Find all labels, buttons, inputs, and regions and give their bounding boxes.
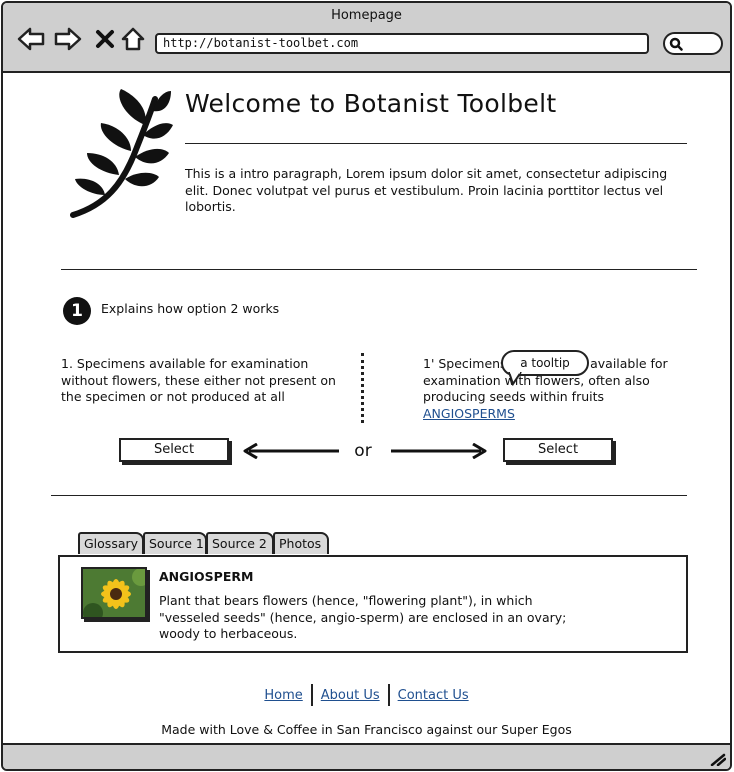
- select-left-button[interactable]: Select: [119, 438, 229, 462]
- flower-thumbnail: [81, 567, 147, 619]
- right-arrow-icon: [391, 443, 487, 459]
- leaf-branch-icon: [65, 87, 175, 225]
- intro-paragraph: This is a intro paragraph, Lorem ipsum d…: [185, 166, 668, 214]
- footer-link-contact[interactable]: Contact Us: [390, 688, 477, 703]
- search-icon: [669, 37, 683, 51]
- step-number-badge: 1: [63, 297, 91, 325]
- address-bar[interactable]: http://botanist-toolbet.com: [155, 33, 649, 54]
- tooltip-tail: [508, 372, 522, 386]
- option-left-text: 1. Specimens available for examination w…: [61, 356, 336, 404]
- browser-window: Homepage http://botanist-toolbet.com Wel…: [1, 1, 732, 771]
- search-input[interactable]: [663, 32, 723, 55]
- options-divider: [51, 495, 687, 496]
- tab-photos[interactable]: Photos: [273, 532, 329, 554]
- close-icon[interactable]: [91, 25, 119, 53]
- browser-toolbar: Homepage http://botanist-toolbet.com: [3, 3, 730, 73]
- resize-grip-icon[interactable]: [710, 752, 726, 766]
- footer-link-about[interactable]: About Us: [313, 688, 388, 703]
- footer-link-home[interactable]: Home: [256, 688, 310, 703]
- window-title: Homepage: [331, 8, 402, 23]
- home-icon[interactable]: [119, 25, 147, 53]
- section-divider: [61, 269, 697, 270]
- footer-note: Made with Love & Coffee in San Francisco…: [161, 722, 572, 737]
- or-label: or: [354, 441, 372, 461]
- status-bar: [3, 743, 730, 769]
- tab-source-2[interactable]: Source 2: [206, 532, 274, 554]
- option-separator: [361, 353, 364, 423]
- page-title: Welcome to Botanist Toolbelt: [185, 89, 557, 118]
- back-arrow-icon[interactable]: [17, 25, 45, 53]
- header-divider: [185, 143, 687, 144]
- glossary-term: ANGIOSPERM: [159, 569, 254, 584]
- step-description: Explains how option 2 works: [101, 301, 280, 316]
- forward-arrow-icon[interactable]: [54, 25, 82, 53]
- angiosperms-link[interactable]: ANGIOSPERMS: [423, 406, 515, 421]
- left-arrow-icon: [243, 443, 339, 459]
- select-right-button[interactable]: Select: [503, 438, 613, 462]
- tab-glossary[interactable]: Glossary: [78, 532, 144, 554]
- footer-nav: Home About Us Contact Us: [3, 684, 730, 706]
- glossary-definition: Plant that bears flowers (hence, "flower…: [159, 593, 567, 641]
- tab-source-1[interactable]: Source 1: [143, 532, 207, 554]
- glossary-panel: ANGIOSPERM Plant that bears flowers (hen…: [58, 555, 688, 653]
